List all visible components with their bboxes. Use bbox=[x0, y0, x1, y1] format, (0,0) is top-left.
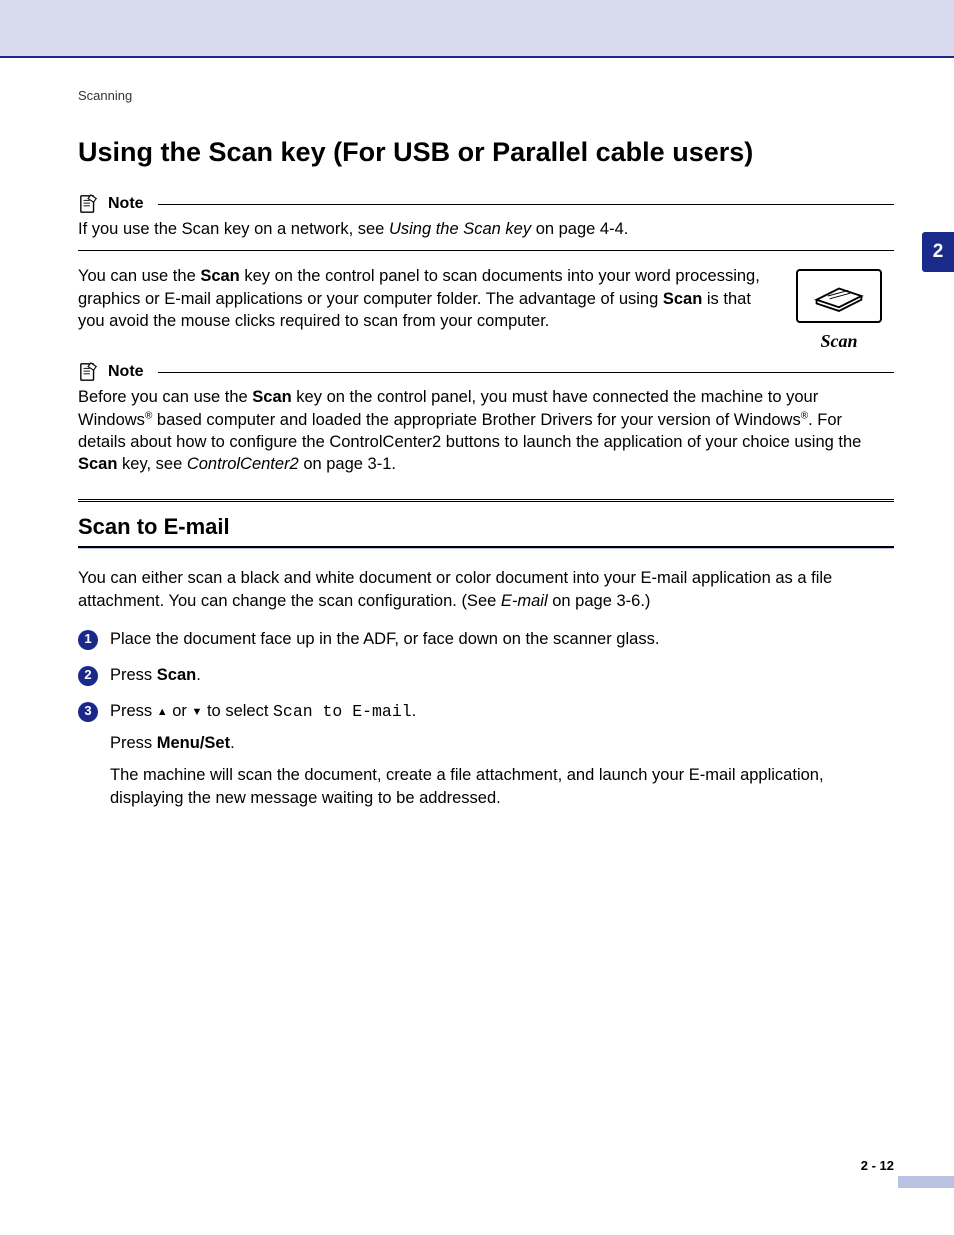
note-label: Note bbox=[108, 363, 144, 381]
step-number-icon: 3 bbox=[78, 702, 98, 722]
breadcrumb: Scanning bbox=[78, 88, 894, 103]
registered-mark: ® bbox=[801, 410, 808, 421]
footer-accent bbox=[898, 1176, 954, 1188]
cross-ref-link[interactable]: Using the Scan key bbox=[389, 220, 531, 238]
section-intro: You can either scan a black and white do… bbox=[78, 567, 894, 612]
page-title: Using the Scan key (For USB or Parallel … bbox=[78, 137, 894, 168]
note-2-text: Before you can use the Scan key on the c… bbox=[78, 386, 894, 475]
step-3: 3 Press ▲ or ▼ to select Scan to E-mail.… bbox=[78, 700, 894, 820]
text-bold: Scan bbox=[252, 388, 291, 406]
page-number: 2 - 12 bbox=[861, 1158, 894, 1173]
text: If you use the Scan key on a network, se… bbox=[78, 220, 389, 238]
text: or bbox=[168, 702, 192, 720]
text-bold: Scan bbox=[200, 267, 239, 285]
note-block-1: Note If you use the Scan key on a networ… bbox=[78, 194, 894, 251]
note-block-2: Note Before you can use the Scan key on … bbox=[78, 362, 894, 475]
top-bar bbox=[0, 0, 954, 58]
section-top-rule bbox=[78, 499, 894, 502]
note-icon bbox=[78, 362, 100, 382]
text: Press bbox=[110, 666, 157, 684]
step-1: 1 Place the document face up in the ADF,… bbox=[78, 628, 894, 652]
text-bold: Scan bbox=[157, 666, 196, 684]
step-1-text: Place the document face up in the ADF, o… bbox=[110, 628, 894, 652]
cross-ref-link[interactable]: ControlCenter2 bbox=[187, 455, 299, 473]
step-number-icon: 2 bbox=[78, 666, 98, 686]
text: You can use the bbox=[78, 267, 200, 285]
page-body: Scanning Using the Scan key (For USB or … bbox=[0, 58, 954, 819]
section-heading: Scan to E-mail bbox=[78, 514, 894, 540]
text: to select bbox=[202, 702, 273, 720]
step-3-text: Press ▲ or ▼ to select Scan to E-mail. P… bbox=[110, 700, 894, 820]
text: . bbox=[412, 702, 417, 720]
text: on page 4-4. bbox=[531, 220, 628, 238]
step-2: 2 Press Scan. bbox=[78, 664, 894, 688]
text: . bbox=[196, 666, 201, 684]
text: on page 3-1. bbox=[299, 455, 396, 473]
note-rule bbox=[158, 204, 894, 205]
step-number-icon: 1 bbox=[78, 630, 98, 650]
text: . bbox=[230, 734, 235, 752]
text-bold: Menu/Set bbox=[157, 734, 230, 752]
section-underline bbox=[78, 546, 894, 549]
text: Press bbox=[110, 702, 157, 720]
note-icon bbox=[78, 194, 100, 214]
scan-figure: Scan bbox=[784, 265, 894, 352]
step-2-text: Press Scan. bbox=[110, 664, 894, 688]
text: key, see bbox=[117, 455, 186, 473]
text: on page 3-6.) bbox=[548, 592, 651, 610]
note-rule bbox=[158, 372, 894, 373]
text: Press bbox=[110, 734, 157, 752]
text: Before you can use the bbox=[78, 388, 252, 406]
display-text: Scan to E-mail bbox=[273, 702, 412, 721]
down-arrow-icon: ▼ bbox=[192, 706, 203, 718]
up-arrow-icon: ▲ bbox=[157, 706, 168, 718]
intro-paragraph: You can use the Scan key on the control … bbox=[78, 265, 766, 352]
text-bold: Scan bbox=[78, 455, 117, 473]
text: You can either scan a black and white do… bbox=[78, 569, 832, 609]
scan-button-illustration bbox=[796, 269, 882, 323]
note-label: Note bbox=[108, 195, 144, 213]
note-1-text: If you use the Scan key on a network, se… bbox=[78, 218, 894, 240]
divider bbox=[78, 250, 894, 251]
text: The machine will scan the document, crea… bbox=[110, 764, 894, 812]
text: based computer and loaded the appropriat… bbox=[152, 411, 800, 429]
scan-caption: Scan bbox=[820, 331, 857, 352]
cross-ref-link[interactable]: E-mail bbox=[501, 592, 548, 610]
text-bold: Scan bbox=[663, 290, 702, 308]
